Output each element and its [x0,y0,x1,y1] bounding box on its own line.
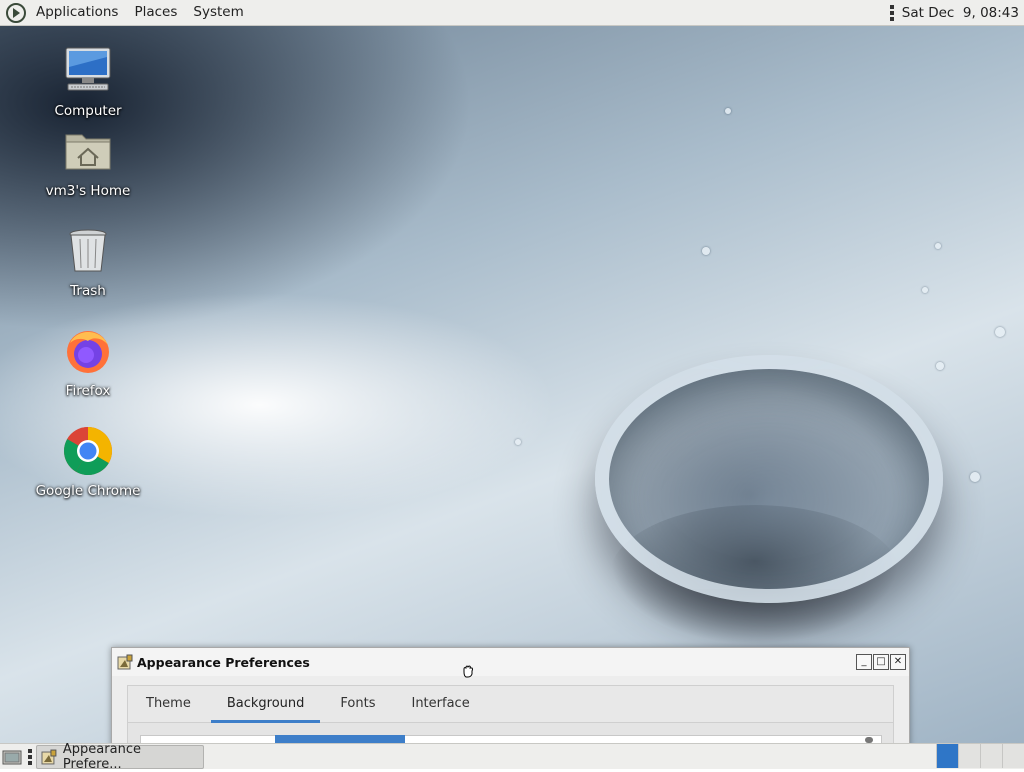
tab-background[interactable]: Background [209,686,323,723]
wallpaper-droplet [702,247,710,255]
wallpaper-droplet [935,243,941,249]
wallpaper-droplet [922,287,928,293]
appearance-icon [41,749,57,764]
desktop-icon-google-chrome[interactable]: Google Chrome [33,425,143,499]
wallpaper-water-splash [595,355,943,603]
workspace-1[interactable] [936,744,958,768]
chrome-icon [63,427,113,476]
home-folder-icon [65,134,111,170]
selected-background-item[interactable] [275,735,405,743]
workspace-3[interactable] [980,744,1002,768]
taskbar-appearance-preferences[interactable]: Appearance Prefere... [36,741,204,772]
window-titlebar[interactable]: Appearance Preferences _ □ ✕ [112,648,909,676]
menu-places[interactable]: Places [126,0,185,25]
wallpaper-droplet [970,472,980,482]
wallpaper-droplet [995,327,1005,337]
workspace-switcher [936,744,1024,769]
desktop-icon-label: Firefox [65,383,111,399]
desktop-icon-label: Trash [70,283,106,299]
workspace-4[interactable] [1002,744,1024,768]
trash-icon [69,229,107,272]
desktop-icon-firefox[interactable]: Firefox [33,325,143,399]
appearance-icon [117,654,133,670]
desktop-icon-label: vm3's Home [45,183,131,199]
window-controls: _ □ ✕ [856,654,906,670]
taskbar-label: Appearance Prefere... [62,741,141,772]
desktop-icon-label: Computer [54,103,122,119]
grab-cursor-icon [463,665,473,678]
menu-system[interactable]: System [185,0,251,25]
firefox-icon [67,331,109,373]
desktop-icon-label: Google Chrome [35,483,141,499]
panel-right-area: Sat Dec 9, 08:43 [889,4,1024,21]
tab-fonts[interactable]: Fonts [322,686,393,722]
wallpaper-droplet [936,362,944,370]
wallpaper-droplet [725,108,731,114]
maximize-button[interactable]: □ [873,654,889,670]
desktop-background[interactable]: Computer vm3's Home Trash Firefox Google… [0,25,1024,743]
tab-bar: Theme Background Fonts Interface [128,686,893,723]
bottom-panel: Appearance Prefere... [0,741,1024,772]
applications-logo-icon[interactable] [6,2,26,23]
desktop-icon-computer[interactable]: Computer [33,45,143,119]
tab-theme[interactable]: Theme [128,686,209,722]
menu-applications[interactable]: Applications [28,0,126,25]
close-button[interactable]: ✕ [890,654,906,670]
panel-drag-handle[interactable] [28,748,32,765]
show-desktop-icon[interactable] [2,748,22,766]
tab-interface[interactable]: Interface [393,686,487,722]
desktop-icon-home[interactable]: vm3's Home [33,125,143,199]
panel-drag-handle[interactable] [889,4,894,21]
wallpaper-droplet [515,439,521,445]
window-title: Appearance Preferences [137,654,310,670]
clock[interactable]: Sat Dec 9, 08:43 [902,5,1019,21]
top-panel: Applications Places System Sat Dec 9, 08… [0,0,1024,26]
workspace-2[interactable] [958,744,980,768]
minimize-button[interactable]: _ [856,654,872,670]
desktop-icon-trash[interactable]: Trash [33,225,143,299]
computer-icon [65,47,111,91]
